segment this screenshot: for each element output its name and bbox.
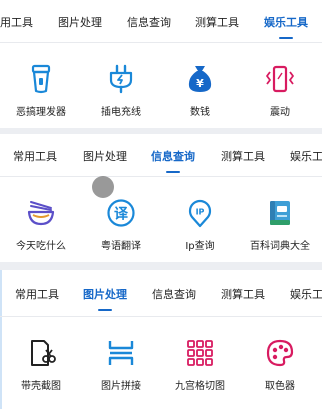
tab-common-tools[interactable]: 常用工具 — [15, 286, 59, 302]
tool-label: 取色器 — [265, 381, 295, 392]
tab-info-query[interactable]: 信息查询 — [151, 148, 195, 173]
svg-text:IP: IP — [196, 208, 205, 217]
svg-text:¥: ¥ — [196, 77, 204, 90]
nine-grid-icon — [187, 340, 213, 366]
tab-image-processing[interactable]: 图片处理 — [83, 148, 127, 164]
tool-color-picker[interactable]: 取色器 — [242, 338, 318, 392]
tool-label: Ip查询 — [185, 241, 215, 252]
tool-shell-screenshot[interactable]: 带壳截图 — [3, 338, 79, 392]
tool-label: 数钱 — [190, 107, 210, 118]
tab-info-query[interactable]: 信息查询 — [127, 14, 171, 30]
color-palette-icon — [266, 339, 294, 367]
image-stitch-icon — [108, 341, 134, 365]
screenshot-scissors-icon — [31, 340, 56, 366]
tab-entertainment-tools[interactable]: 娱乐工 — [290, 286, 322, 302]
noodle-bowl-icon — [27, 201, 55, 226]
tab-bar-divider — [0, 42, 322, 43]
tool-encyclopedia[interactable]: 百科词典大全 — [242, 198, 318, 252]
tool-label: 粤语翻译 — [101, 241, 141, 252]
tool-what-to-eat[interactable]: 今天吃什么 — [3, 198, 79, 252]
tool-panel-image-processing: 常用工具 图片处理 信息查询 测算工具 娱乐工 带壳截图 图片拼接 九宫格切图 … — [0, 270, 322, 409]
tab-entertainment-tools[interactable]: 娱乐工 — [290, 148, 322, 164]
ip-location-icon: IP — [188, 199, 212, 228]
svg-text:译: 译 — [114, 207, 129, 223]
tool-nine-grid-cut[interactable]: 九宫格切图 — [162, 338, 238, 392]
tab-image-processing[interactable]: 图片处理 — [58, 14, 102, 30]
charging-plug-icon — [109, 64, 133, 94]
tool-label: 百科词典大全 — [250, 241, 310, 252]
tab-bar-divider — [0, 316, 322, 317]
tool-label: 插电充线 — [101, 107, 141, 118]
tool-label: 图片拼接 — [101, 381, 141, 392]
tool-count-money[interactable]: ¥ 数钱 — [162, 64, 238, 118]
tool-panel-info-query: 常用工具 图片处理 信息查询 测算工具 娱乐工 今天吃什么 译 粤语翻译 IP … — [0, 134, 322, 262]
tool-label: 恶搞理发器 — [16, 107, 66, 118]
money-bag-icon: ¥ — [188, 66, 212, 92]
vibrate-phone-icon — [266, 65, 294, 93]
tool-label: 今天吃什么 — [16, 241, 66, 252]
tool-prank-hair-clipper[interactable]: 恶搞理发器 — [3, 64, 79, 118]
tab-entertainment-tools[interactable]: 娱乐工具 — [264, 14, 308, 39]
tool-vibrate[interactable]: 震动 — [242, 64, 318, 118]
encyclopedia-book-icon — [270, 201, 290, 225]
hair-clipper-icon — [31, 64, 51, 94]
tab-calc-tools[interactable]: 测算工具 — [195, 14, 239, 30]
tool-ip-lookup[interactable]: IP Ip查询 — [162, 198, 238, 252]
panel-separator — [0, 262, 322, 270]
touch-indicator — [92, 176, 114, 198]
tab-common-tools[interactable]: 用工具 — [0, 14, 33, 30]
tool-label: 带壳截图 — [21, 381, 61, 392]
tool-panel-entertainment: 用工具 图片处理 信息查询 测算工具 娱乐工具 恶搞理发器 插电充线 ¥ 数钱 — [0, 0, 322, 128]
panel-edge-highlight — [0, 270, 2, 409]
tab-bar-divider — [0, 176, 322, 177]
tab-info-query[interactable]: 信息查询 — [152, 286, 196, 302]
tab-image-processing[interactable]: 图片处理 — [83, 286, 127, 311]
tool-label: 九宫格切图 — [175, 381, 225, 392]
tab-common-tools[interactable]: 常用工具 — [13, 148, 57, 164]
tool-cantonese-translate[interactable]: 译 粤语翻译 — [83, 198, 159, 252]
translate-icon: 译 — [107, 199, 135, 227]
tab-calc-tools[interactable]: 测算工具 — [221, 148, 265, 164]
tool-image-stitch[interactable]: 图片拼接 — [83, 338, 159, 392]
tab-calc-tools[interactable]: 测算工具 — [221, 286, 265, 302]
tool-label: 震动 — [270, 107, 290, 118]
tool-plug-charge[interactable]: 插电充线 — [83, 64, 159, 118]
